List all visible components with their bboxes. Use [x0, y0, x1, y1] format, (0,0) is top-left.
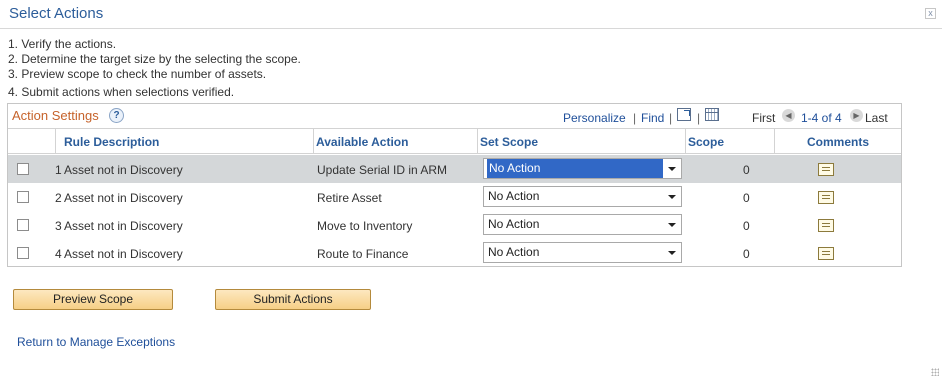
- download-grid-icon[interactable]: [705, 108, 719, 121]
- last-label[interactable]: Last: [865, 111, 888, 125]
- available-action-cell: Move to Inventory: [317, 219, 413, 233]
- toolbar-separator: |: [669, 111, 673, 125]
- first-label[interactable]: First: [752, 111, 775, 125]
- row-number: 2: [55, 191, 62, 205]
- chevron-down-icon: [668, 195, 676, 199]
- view-all-icon[interactable]: [677, 108, 691, 121]
- grid-title: Action Settings: [12, 108, 99, 123]
- action-settings-grid: Action Settings ? Personalize | Find | |…: [7, 103, 902, 267]
- chevron-down-icon: [668, 251, 676, 255]
- instruction-item: 3. Preview scope to check the number of …: [8, 67, 267, 81]
- comment-icon[interactable]: [818, 219, 834, 232]
- rule-description-cell: Asset not in Discovery: [64, 191, 183, 205]
- rule-description-header[interactable]: Rule Description: [56, 128, 314, 154]
- set-scope-value: No Action: [487, 159, 663, 178]
- instruction-item: 4. Submit actions when selections verifi…: [8, 85, 235, 99]
- set-scope-value: No Action: [488, 189, 540, 203]
- available-action-cell: Route to Finance: [317, 247, 409, 261]
- toolbar-separator: |: [697, 111, 701, 125]
- set-scope-value: No Action: [488, 245, 540, 259]
- set-scope-select[interactable]: No Action: [483, 158, 682, 179]
- next-icon[interactable]: ▶: [850, 109, 863, 122]
- row-checkbox[interactable]: [17, 191, 29, 203]
- select-column-header: [8, 128, 56, 154]
- rule-description-cell: Asset not in Discovery: [64, 247, 183, 261]
- set-scope-header[interactable]: Set Scope: [478, 128, 686, 154]
- available-action-header[interactable]: Available Action: [314, 128, 478, 154]
- instructions-list: 1. Verify the actions. 2. Determine the …: [8, 37, 301, 100]
- row-checkbox[interactable]: [17, 247, 29, 259]
- row-number: 1: [55, 163, 62, 177]
- chevron-down-icon: [668, 223, 676, 227]
- available-action-cell: Retire Asset: [317, 191, 382, 205]
- dialog-titlebar: Select Actions x: [0, 0, 942, 29]
- scope-count: 0: [743, 163, 750, 177]
- personalize-link[interactable]: Personalize: [563, 111, 626, 125]
- row-number: 4: [55, 247, 62, 261]
- instruction-item: 2. Determine the target size by the sele…: [8, 52, 301, 66]
- submit-actions-button[interactable]: Submit Actions: [215, 289, 371, 310]
- comment-icon[interactable]: [818, 163, 834, 176]
- resize-grip-icon[interactable]: [931, 368, 939, 376]
- help-icon[interactable]: ?: [109, 108, 124, 123]
- scope-count: 0: [743, 219, 750, 233]
- instruction-item: 1. Verify the actions.: [8, 37, 117, 51]
- toolbar-separator: |: [633, 111, 637, 125]
- dialog-title: Select Actions: [9, 5, 104, 22]
- available-action-cell: Update Serial ID in ARM: [317, 163, 448, 177]
- set-scope-select[interactable]: No Action: [483, 242, 682, 263]
- row-checkbox[interactable]: [17, 219, 29, 231]
- scope-header[interactable]: Scope: [686, 128, 775, 154]
- table-row: 2 Asset not in Discovery Retire Asset No…: [8, 183, 901, 211]
- comment-icon[interactable]: [818, 191, 834, 204]
- rule-description-cell: Asset not in Discovery: [64, 219, 183, 233]
- rule-description-cell: Asset not in Discovery: [64, 163, 183, 177]
- row-range: 1-4 of 4: [801, 111, 842, 125]
- scope-count: 0: [743, 191, 750, 205]
- scope-count: 0: [743, 247, 750, 261]
- row-number: 3: [55, 219, 62, 233]
- set-scope-select[interactable]: No Action: [483, 214, 682, 235]
- table-row: 3 Asset not in Discovery Move to Invento…: [8, 211, 901, 239]
- preview-scope-button[interactable]: Preview Scope: [13, 289, 173, 310]
- grid-toolbar: Action Settings ? Personalize | Find | |…: [8, 104, 901, 128]
- set-scope-value: No Action: [488, 217, 540, 231]
- return-to-manage-exceptions-link[interactable]: Return to Manage Exceptions: [17, 335, 175, 349]
- find-link[interactable]: Find: [641, 111, 664, 125]
- set-scope-select[interactable]: No Action: [483, 186, 682, 207]
- previous-icon[interactable]: ◀: [782, 109, 795, 122]
- table-row: 1 Asset not in Discovery Update Serial I…: [8, 155, 901, 183]
- chevron-down-icon: [668, 167, 676, 171]
- row-checkbox[interactable]: [17, 163, 29, 175]
- close-icon[interactable]: x: [925, 8, 936, 19]
- table-row: 4 Asset not in Discovery Route to Financ…: [8, 239, 901, 267]
- comments-header: Comments: [775, 128, 901, 154]
- comment-icon[interactable]: [818, 247, 834, 260]
